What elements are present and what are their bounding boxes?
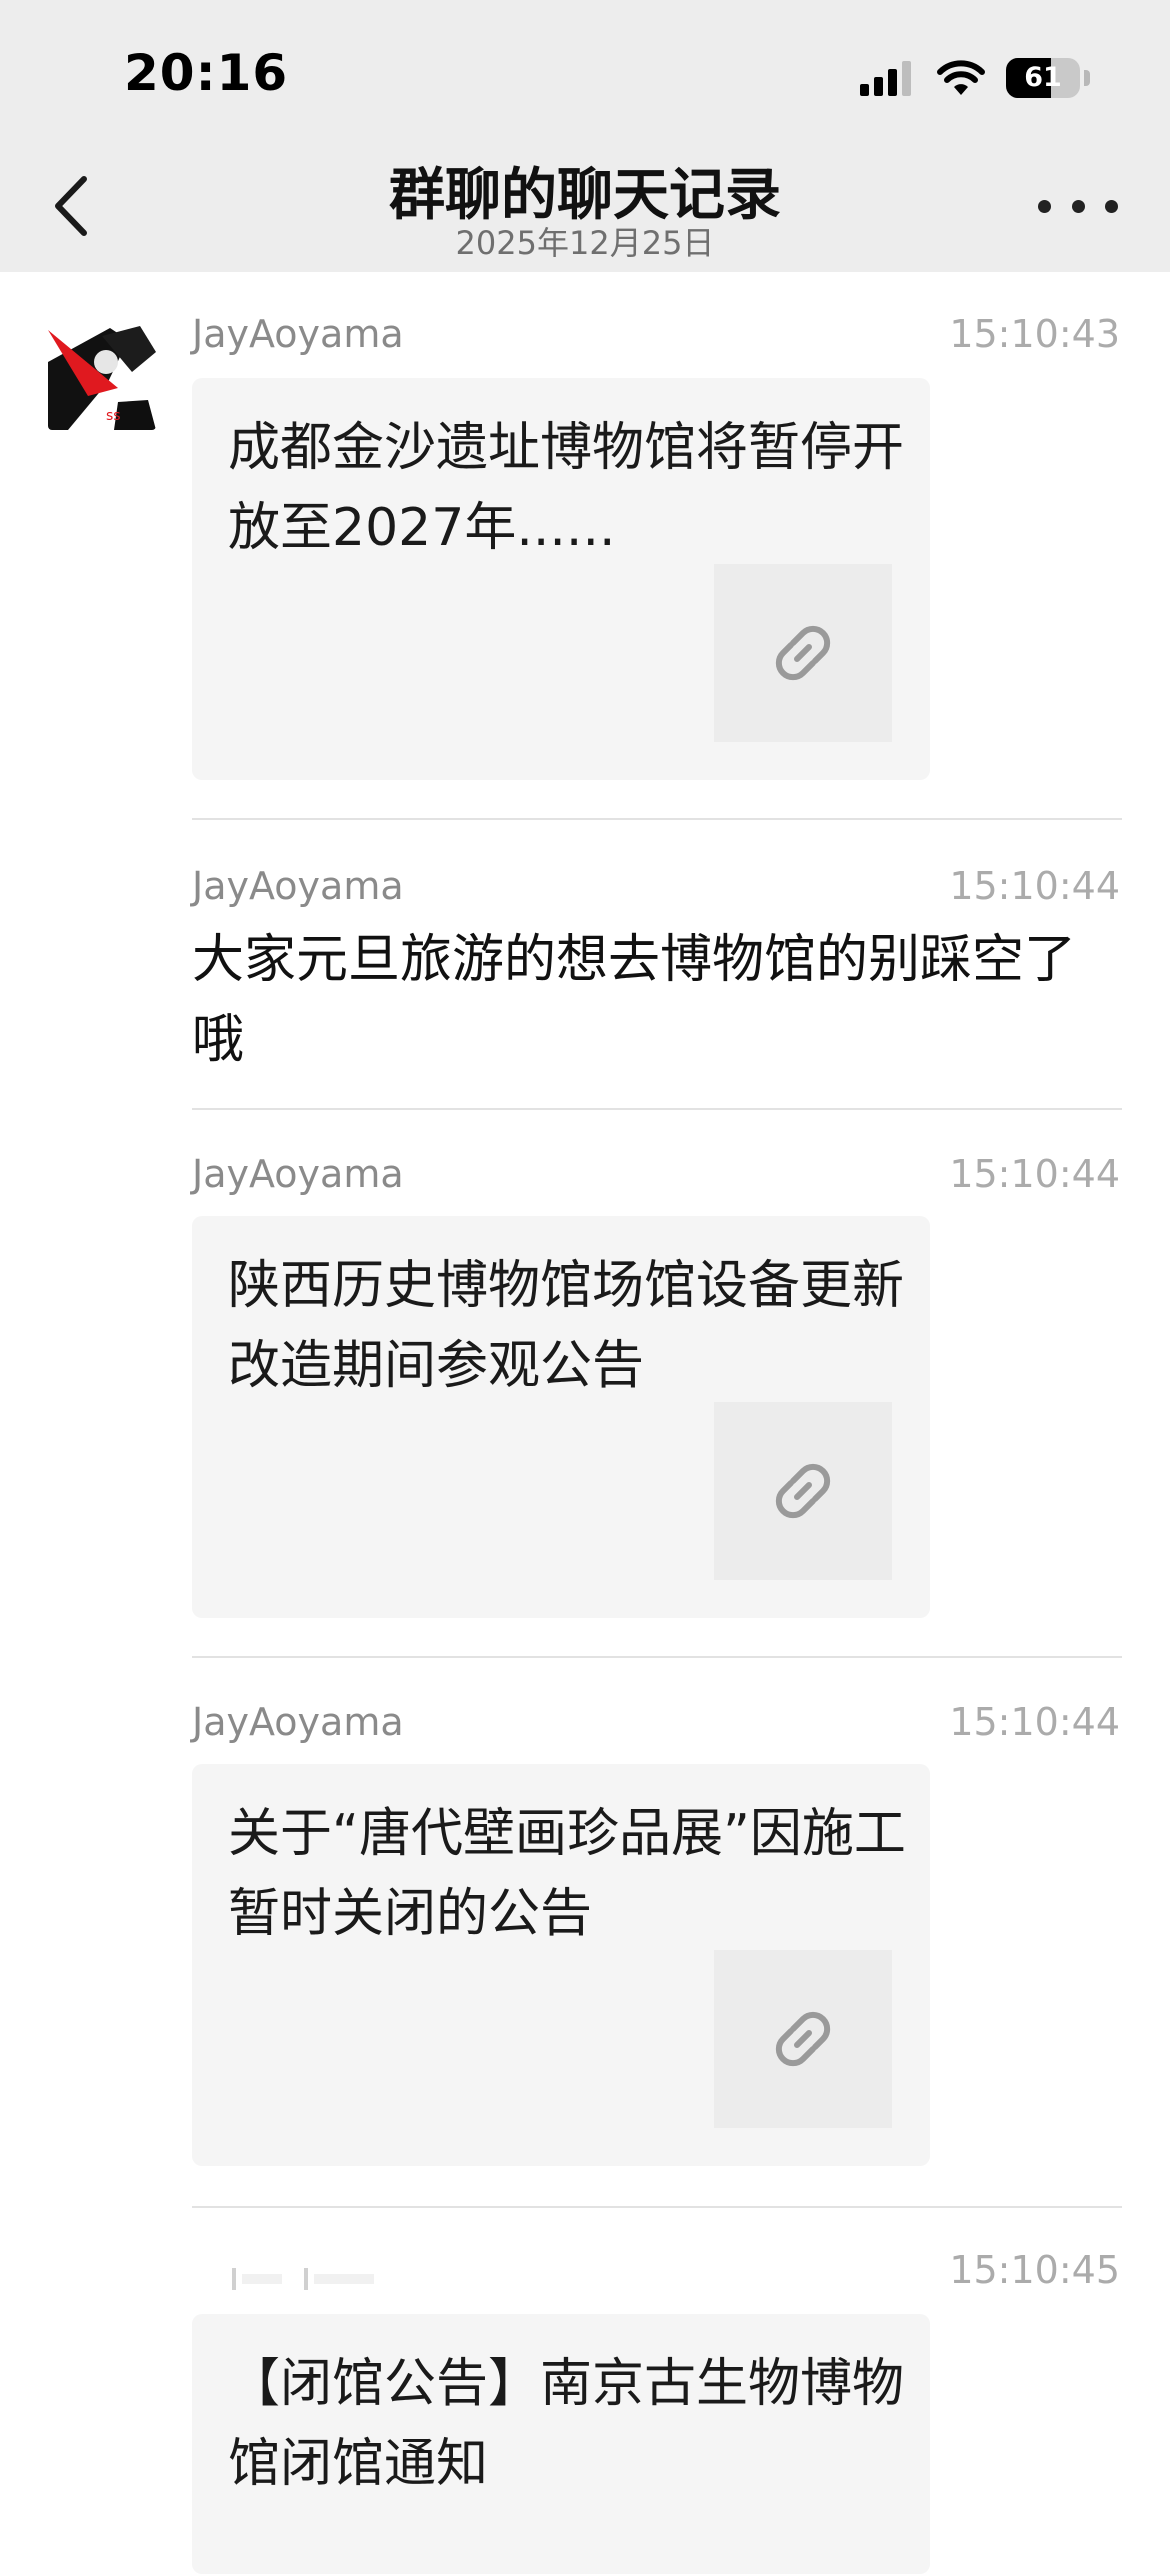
more-button[interactable] [1038, 178, 1118, 234]
message-time: 15:10:44 [949, 864, 1120, 908]
cellular-signal-icon [860, 61, 911, 96]
link-icon [775, 2011, 831, 2067]
link-card-thumbnail [714, 564, 892, 742]
battery-icon: 61 [1006, 58, 1080, 98]
link-card-title: 关于“唐代壁画珍品展”因施工暂时关闭的公告 [228, 1804, 906, 1944]
link-card[interactable]: 关于“唐代壁画珍品展”因施工暂时关闭的公告 [192, 1764, 930, 2166]
chat-message: JayAoyama 15:10:44 陕西历史博物馆场馆设备更新改造期间参观公告 [0, 1110, 1170, 1650]
link-card-title: 陕西历史博物馆场馆设备更新改造期间参观公告 [228, 1256, 905, 1396]
more-dots-icon [1038, 199, 1051, 213]
link-card[interactable]: 成都金沙遗址博物馆将暂停开放至2027年...... [192, 378, 930, 780]
wifi-icon [937, 60, 985, 95]
link-card-title: 【闭馆公告】南京古生物博物馆闭馆通知 [228, 2354, 905, 2494]
chat-message: 15:10:45 【闭馆公告】南京古生物博物馆闭馆通知 [0, 2208, 1170, 2574]
header-bar: 20:16 61 群聊的聊天记录 2025年12月25日 [0, 0, 1170, 272]
message-time: 15:10:45 [949, 2248, 1120, 2292]
link-icon [775, 1463, 831, 1519]
status-time: 20:16 [124, 44, 289, 102]
battery-level: 61 [1024, 62, 1062, 93]
message-time: 15:10:44 [949, 1700, 1120, 1744]
link-card[interactable]: 陕西历史博物馆场馆设备更新改造期间参观公告 [192, 1216, 930, 1618]
sender-name: JayAoyama [192, 312, 404, 356]
avatar[interactable]: ss [48, 322, 156, 430]
chat-message: JayAoyama 15:10:44 大家元旦旅游的想去博物馆的别踩空了哦 [0, 820, 1170, 1110]
link-icon [775, 625, 831, 681]
message-time: 15:10:43 [949, 312, 1120, 356]
link-card-thumbnail [714, 1402, 892, 1580]
sender-name-redacted [232, 2268, 374, 2290]
status-icons: 61 [860, 56, 1090, 100]
svg-text:ss: ss [106, 408, 121, 424]
chat-message: ss JayAoyama 15:10:43 成都金沙遗址博物馆将暂停开放至202… [0, 272, 1170, 792]
link-card[interactable]: 【闭馆公告】南京古生物博物馆闭馆通知 [192, 2314, 930, 2574]
page-subtitle-date: 2025年12月25日 [455, 224, 715, 262]
message-time: 15:10:44 [949, 1152, 1120, 1196]
sender-name: JayAoyama [192, 1152, 404, 1196]
text-message: 大家元旦旅游的想去博物馆的别踩空了哦 [192, 930, 1077, 1070]
link-card-thumbnail [714, 1950, 892, 2128]
chat-message: JayAoyama 15:10:44 关于“唐代壁画珍品展”因施工暂时关闭的公告 [0, 1658, 1170, 2198]
link-card-title: 成都金沙遗址博物馆将暂停开放至2027年...... [228, 418, 905, 558]
sender-name: JayAoyama [192, 1700, 404, 1744]
sender-name: JayAoyama [192, 864, 404, 908]
